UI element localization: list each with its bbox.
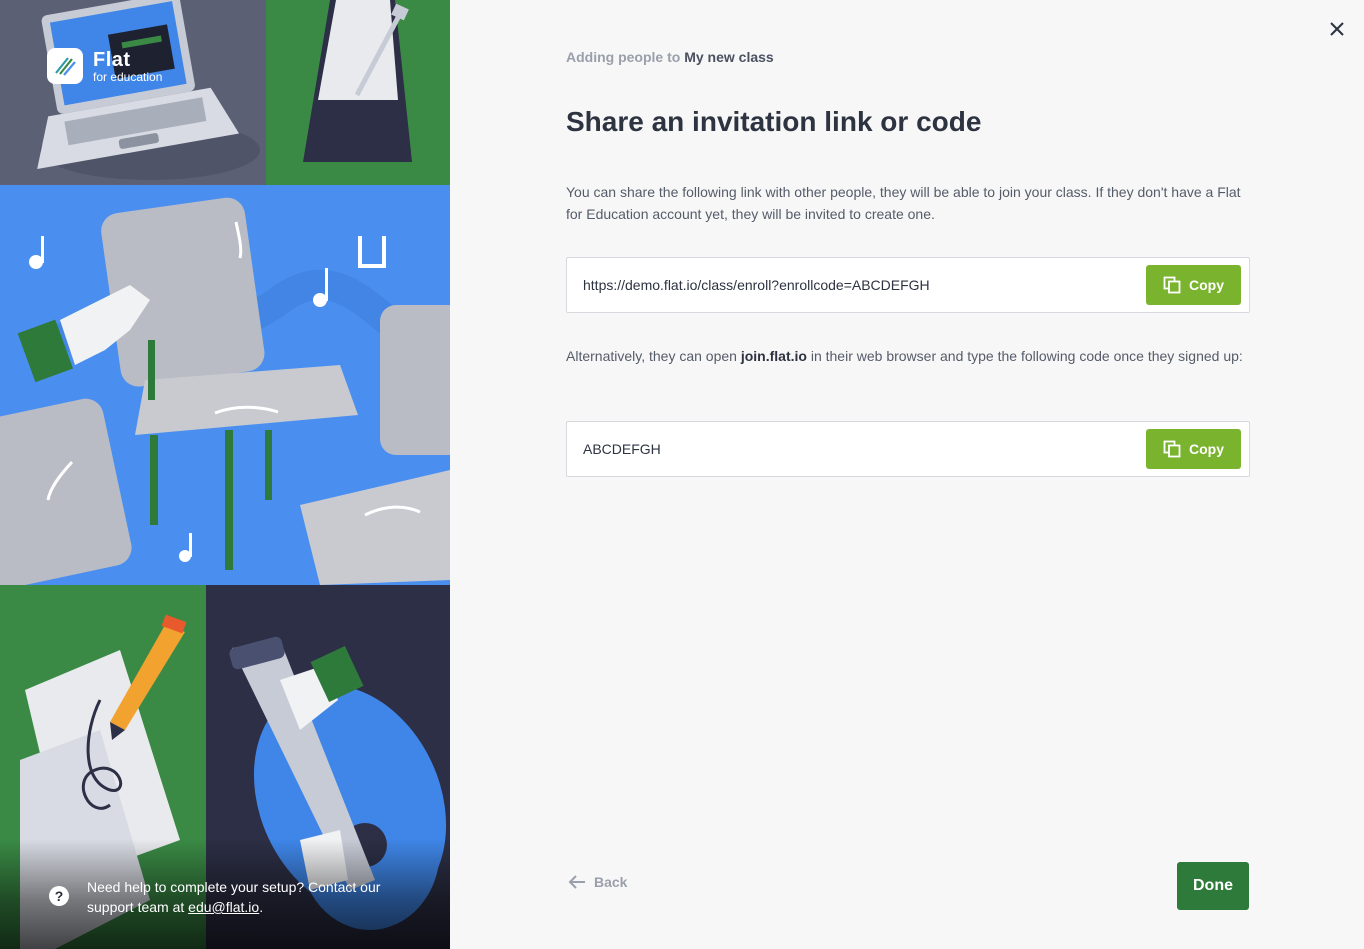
invitation-code-value[interactable]: ABCDEFGH xyxy=(583,422,661,476)
join-site-link: join.flat.io xyxy=(740,348,807,364)
flat-logo-icon xyxy=(47,48,83,84)
close-icon xyxy=(1330,22,1344,36)
copy-icon xyxy=(1163,440,1181,458)
brand-name: Flat xyxy=(93,48,131,71)
invitation-link-value[interactable]: https://demo.flat.io/class/enroll?enroll… xyxy=(583,258,930,312)
breadcrumb: Adding people to My new class xyxy=(566,49,774,65)
code-description: Alternatively, they can open join.flat.i… xyxy=(566,345,1250,367)
class-name: My new class xyxy=(684,49,774,65)
arrow-left-icon xyxy=(568,875,586,889)
illustration-panel: Flat for education xyxy=(0,0,450,949)
breadcrumb-prefix: Adding people to xyxy=(566,49,681,65)
question-icon: ? xyxy=(49,886,69,906)
done-button[interactable]: Done xyxy=(1177,862,1249,910)
help-message: ? Need help to complete your setup? Cont… xyxy=(49,877,417,917)
illustration-image xyxy=(0,0,450,949)
code-description-suffix: in their web browser and type the follow… xyxy=(806,348,1243,364)
copy-code-label: Copy xyxy=(1189,441,1224,457)
support-email-link[interactable]: edu@flat.io xyxy=(188,899,259,915)
code-description-prefix: Alternatively, they can open xyxy=(566,348,741,364)
page-title: Share an invitation link or code xyxy=(566,106,982,137)
back-label: Back xyxy=(594,874,628,890)
copy-link-label: Copy xyxy=(1189,277,1224,293)
copy-code-button[interactable]: Copy xyxy=(1146,429,1241,469)
flat-logo: Flat for education xyxy=(47,48,162,84)
invitation-link-field[interactable]: https://demo.flat.io/class/enroll?enroll… xyxy=(566,257,1250,313)
help-text-suffix: . xyxy=(259,899,264,915)
link-description: You can share the following link with ot… xyxy=(566,184,1241,222)
close-button[interactable] xyxy=(1324,16,1350,42)
copy-link-button[interactable]: Copy xyxy=(1146,265,1241,305)
invitation-code-field[interactable]: ABCDEFGH Copy xyxy=(566,421,1250,477)
help-text: Need help to complete your setup? Contac… xyxy=(87,877,417,917)
back-button[interactable]: Back xyxy=(568,874,627,890)
brand-subtitle: for education xyxy=(93,69,163,84)
copy-icon xyxy=(1163,276,1181,294)
